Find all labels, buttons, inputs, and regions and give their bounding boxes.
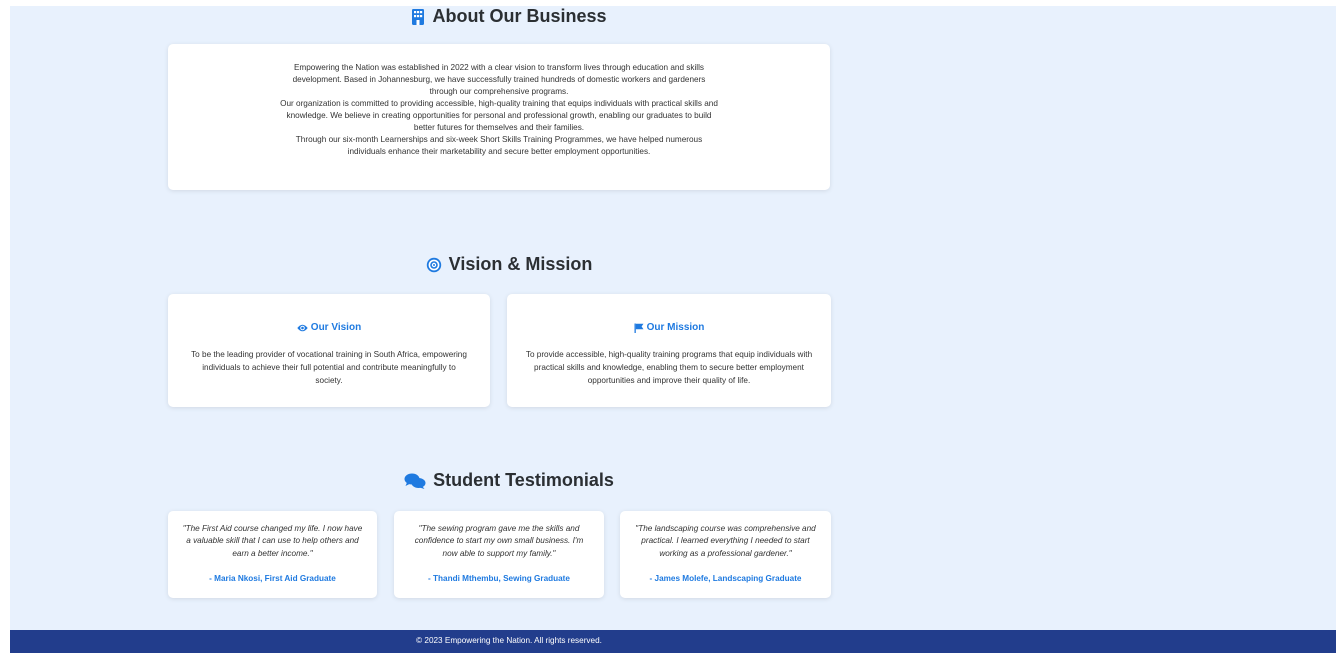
about-paragraph: Our organization is committed to providi… — [280, 99, 718, 132]
testimonial-card: "The First Aid course changed my life. I… — [168, 511, 377, 598]
vision-card: Our Vision To be the leading provider of… — [168, 294, 490, 407]
testimonial-card: "The landscaping course was comprehensiv… — [620, 511, 831, 598]
eye-icon — [297, 324, 308, 332]
about-paragraph: Empowering the Nation was established in… — [292, 63, 706, 96]
testimonial-card: "The sewing program gave me the skills a… — [394, 511, 604, 598]
about-text: Empowering the Nation was established in… — [278, 62, 720, 158]
mission-heading: Our Mission — [507, 322, 831, 333]
vision-heading-text: Our Vision — [310, 322, 362, 333]
bullseye-icon — [426, 257, 442, 273]
building-icon — [411, 8, 425, 25]
page-content: About Our Business Empowering the Nation… — [10, 6, 1336, 653]
testimonial-quote: "The landscaping course was comprehensiv… — [635, 524, 816, 558]
testimonial-quote: "The sewing program gave me the skills a… — [414, 524, 584, 558]
testimonial-quote: "The First Aid course changed my life. I… — [182, 524, 363, 558]
footer-copyright: © 2023 Empowering the Nation. All rights… — [416, 636, 602, 645]
vision-mission-title: Vision & Mission — [10, 254, 1008, 275]
testimonials-title-text: Student Testimonials — [433, 470, 614, 490]
about-title: About Our Business — [10, 6, 1008, 27]
mission-text: To provide accessible, high-quality trai… — [525, 350, 813, 385]
about-paragraph: Through our six-month Learnerships and s… — [295, 135, 703, 156]
vision-mission-title-text: Vision & Mission — [448, 254, 593, 274]
about-title-text: About Our Business — [432, 6, 607, 26]
testimonials-title: Student Testimonials — [10, 470, 1008, 491]
comments-icon — [404, 473, 426, 489]
flag-icon — [634, 323, 644, 333]
vision-heading: Our Vision — [168, 322, 490, 333]
footer: © 2023 Empowering the Nation. All rights… — [10, 630, 1336, 653]
testimonial-author: - James Molefe, Landscaping Graduate — [649, 574, 802, 583]
testimonial-author: - Maria Nkosi, First Aid Graduate — [209, 574, 336, 583]
mission-card: Our Mission To provide accessible, high-… — [507, 294, 831, 407]
mission-heading-text: Our Mission — [646, 322, 705, 333]
testimonial-author: - Thandi Mthembu, Sewing Graduate — [428, 574, 570, 583]
about-card: Empowering the Nation was established in… — [168, 44, 830, 190]
vision-text: To be the leading provider of vocational… — [191, 350, 467, 385]
